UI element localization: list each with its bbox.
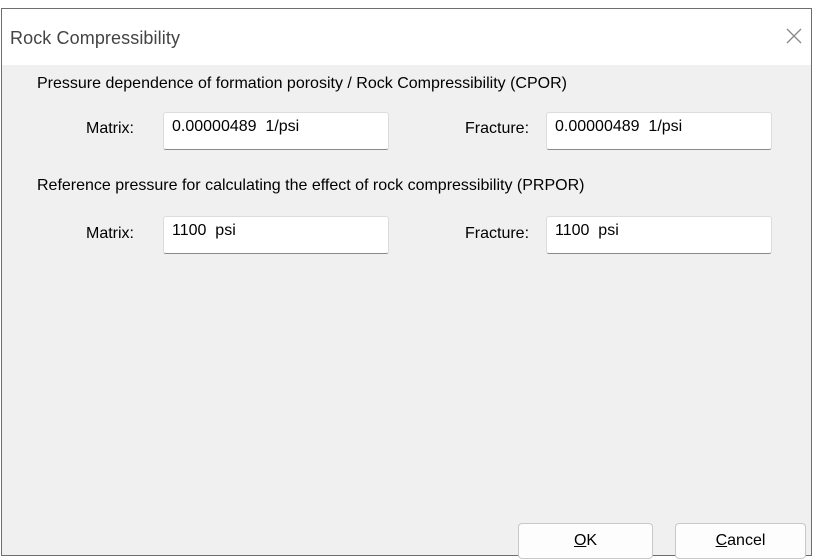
cpor-heading: Pressure dependence of formation porosit… [37,75,567,92]
ok-button[interactable]: OK [518,523,653,559]
prpor-fracture-input[interactable] [546,216,772,254]
cpor-fracture-input[interactable] [546,112,772,150]
title-bar[interactable]: Rock Compressibility [2,9,811,65]
ok-mnemonic: O [573,532,587,549]
prpor-heading: Reference pressure for calculating the e… [37,177,585,194]
cpor-matrix-input[interactable] [163,112,389,150]
cancel-label-rest: ancel [727,532,766,549]
cpor-fracture-label: Fracture: [465,120,530,137]
rock-compressibility-dialog: Rock Compressibility Pressure dependence… [1,8,812,559]
close-button[interactable] [781,23,807,49]
prpor-fracture-label: Fracture: [465,225,530,242]
prpor-matrix-label: Matrix: [86,225,134,242]
ok-label-rest: K [586,532,598,549]
cpor-matrix-label: Matrix: [86,120,134,137]
cancel-button[interactable]: Cancel [675,523,806,559]
cancel-mnemonic: C [715,532,728,549]
window-title: Rock Compressibility [10,28,181,48]
prpor-matrix-input[interactable] [163,216,389,254]
close-icon [786,28,802,44]
